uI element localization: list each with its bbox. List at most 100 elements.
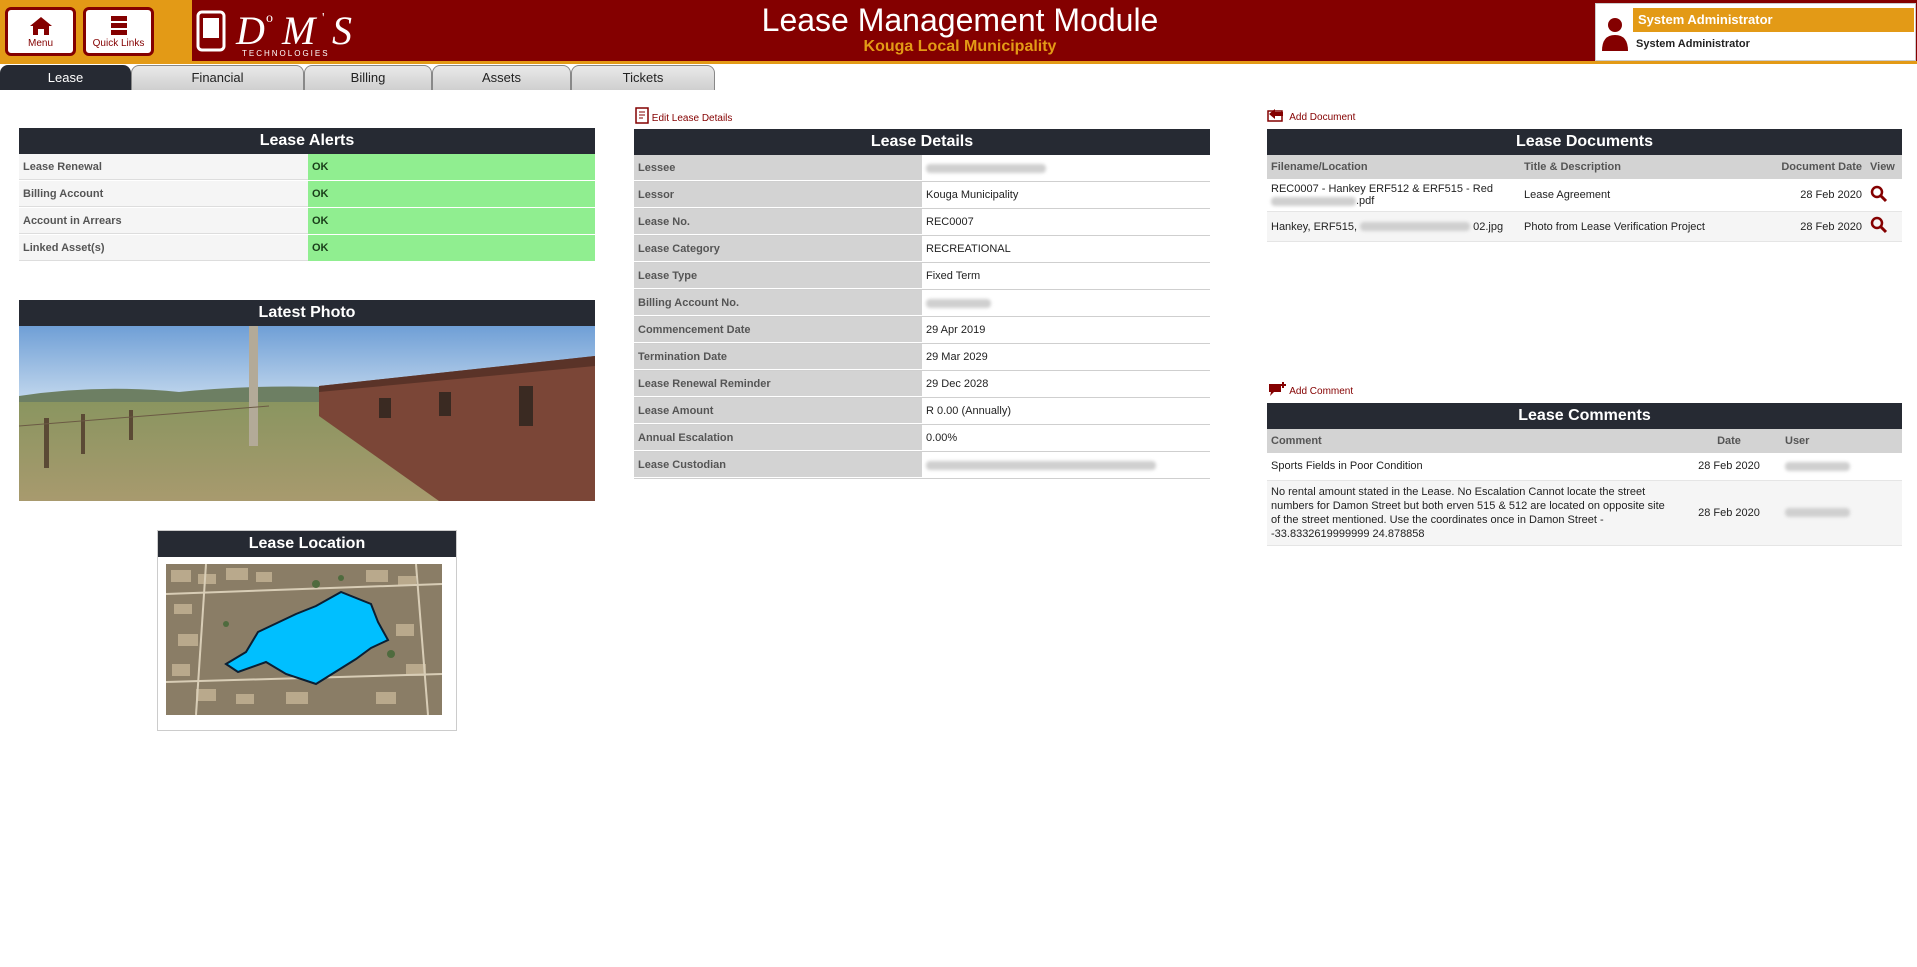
tab-lease[interactable]: Lease (0, 65, 131, 90)
add-comment-link[interactable]: Add Comment (1267, 381, 1353, 397)
edit-lease-details-label: Edit Lease Details (651, 113, 733, 124)
detail-value: Fixed Term (926, 270, 981, 282)
redacted-value (922, 452, 1210, 478)
tab-financial[interactable]: Financial (131, 65, 304, 90)
detail-row-termination: Termination Date 29 Mar 2029 (634, 344, 1210, 371)
module-title: Lease Management Module (761, 2, 1159, 38)
alert-status: OK (308, 208, 595, 234)
detail-row-category: Lease Category RECREATIONAL (634, 236, 1210, 263)
add-document-icon (1267, 109, 1283, 122)
comment-user (1781, 453, 1902, 481)
column-header: Document Date (1766, 155, 1866, 179)
detail-row-lessor: Lessor Kouga Municipality (634, 182, 1210, 209)
detail-value: Kouga Municipality (926, 189, 1019, 201)
detail-value: REC0007 (926, 216, 974, 228)
detail-row-commencement: Commencement Date 29 Apr 2019 (634, 317, 1210, 344)
lease-documents-panel: Lease Documents Filename/Location Title … (1267, 129, 1902, 242)
column-header: Filename/Location (1267, 155, 1520, 179)
redacted-value (922, 155, 1210, 181)
edit-document-icon (635, 107, 649, 124)
lease-alerts-panel: Lease Alerts Lease Renewal OK Billing Ac… (19, 128, 595, 262)
alert-row: Linked Asset(s) OK (19, 235, 595, 262)
lease-location-map[interactable] (166, 564, 442, 715)
alert-row: Lease Renewal OK (19, 154, 595, 181)
module-tabs: Lease Financial Billing Assets Tickets (0, 64, 720, 91)
comment-text: Sports Fields in Poor Condition (1267, 453, 1677, 481)
latest-photo-image[interactable] (19, 326, 595, 501)
lease-comments-panel: Lease Comments Comment Date User Sports … (1267, 403, 1902, 546)
detail-row-renewal-reminder: Lease Renewal Reminder 29 Dec 2028 (634, 371, 1210, 398)
detail-value: R 0.00 (Annually) (926, 405, 1011, 417)
menu-button[interactable]: Menu (5, 7, 76, 56)
detail-label: Lease Custodian (634, 452, 922, 478)
detail-row-lease-no: Lease No. REC0007 (634, 209, 1210, 236)
comment-date: 28 Feb 2020 (1677, 480, 1781, 546)
document-filename: REC0007 - Hankey ERF512 & ERF515 - Red .… (1267, 179, 1520, 212)
documents-table: Filename/Location Title & Description Do… (1267, 155, 1902, 242)
municipality-name: Kouga Local Municipality (863, 38, 1057, 55)
user-role: System Administrator (1633, 8, 1914, 32)
table-row: Sports Fields in Poor Condition 28 Feb 2… (1267, 453, 1902, 481)
menu-label: Menu (27, 38, 53, 49)
document-date: 28 Feb 2020 (1766, 179, 1866, 212)
alert-label: Lease Renewal (19, 154, 308, 180)
view-document-button[interactable] (1866, 179, 1902, 212)
magnifier-icon[interactable] (1870, 185, 1888, 203)
latest-photo-panel: Latest Photo (19, 300, 595, 501)
lease-documents-title: Lease Documents (1267, 129, 1902, 155)
detail-label: Termination Date (634, 344, 922, 370)
svg-text:': ' (322, 11, 325, 26)
detail-label: Lease Amount (634, 398, 922, 424)
document-filename: Hankey, ERF515, 02.jpg (1267, 211, 1520, 242)
alert-status: OK (308, 181, 595, 207)
detail-label: Lease No. (634, 209, 922, 235)
edit-lease-details-link[interactable]: Edit Lease Details (635, 107, 732, 124)
detail-value: 0.00% (926, 432, 958, 444)
table-row: No rental amount stated in the Lease. No… (1267, 480, 1902, 546)
alert-row: Account in Arrears OK (19, 208, 595, 235)
magnifier-icon[interactable] (1870, 216, 1888, 234)
add-document-label: Add Document (1289, 112, 1356, 123)
tab-billing[interactable]: Billing (304, 65, 432, 90)
view-document-button[interactable] (1866, 211, 1902, 242)
svg-text:o: o (266, 11, 273, 26)
detail-value: 29 Mar 2029 (926, 351, 988, 363)
add-document-link[interactable]: Add Document (1267, 107, 1355, 123)
lease-location-panel: Lease Location (157, 530, 457, 731)
comment-text: No rental amount stated in the Lease. No… (1267, 480, 1677, 546)
column-header: View (1866, 155, 1902, 179)
detail-value: 29 Dec 2028 (926, 378, 989, 390)
tab-assets[interactable]: Assets (432, 65, 571, 90)
column-header: Title & Description (1520, 155, 1766, 179)
detail-label: Lessor (634, 182, 922, 208)
quick-links-button[interactable]: Quick Links (83, 7, 154, 56)
user-avatar-icon (1602, 18, 1628, 51)
detail-label: Billing Account No. (634, 290, 922, 316)
alert-label: Account in Arrears (19, 208, 308, 234)
svg-text:TECHNOLOGIES: TECHNOLOGIES (242, 49, 330, 58)
alert-row: Billing Account OK (19, 181, 595, 208)
lease-alerts-title: Lease Alerts (19, 128, 595, 154)
column-header: Date (1677, 429, 1781, 453)
tab-tickets[interactable]: Tickets (571, 65, 715, 90)
detail-row-custodian: Lease Custodian (634, 452, 1210, 479)
detail-label: Commencement Date (634, 317, 922, 343)
detail-label: Annual Escalation (634, 425, 922, 451)
alert-label: Linked Asset(s) (19, 235, 308, 261)
user-panel[interactable]: System Administrator System Administrato… (1595, 3, 1916, 61)
app-header: Menu Quick Links D o M ' S TECHNOLOGIES … (0, 0, 1917, 64)
lease-details-title: Lease Details (634, 129, 1210, 155)
add-comment-icon (1269, 382, 1286, 396)
alert-status: OK (308, 235, 595, 261)
detail-row-billing-account: Billing Account No. (634, 290, 1210, 317)
lease-comments-title: Lease Comments (1267, 403, 1902, 429)
document-title: Photo from Lease Verification Project (1520, 211, 1766, 242)
detail-value: RECREATIONAL (926, 243, 1011, 255)
lease-details-panel: Lease Details Lessee Lessor Kouga Munici… (634, 129, 1210, 479)
document-stack-icon (110, 16, 127, 35)
quick-links-label: Quick Links (92, 38, 145, 49)
svg-text:S: S (332, 8, 352, 53)
table-row: Hankey, ERF515, 02.jpg Photo from Lease … (1267, 211, 1902, 242)
comment-date: 28 Feb 2020 (1677, 453, 1781, 481)
alert-label: Billing Account (19, 181, 308, 207)
